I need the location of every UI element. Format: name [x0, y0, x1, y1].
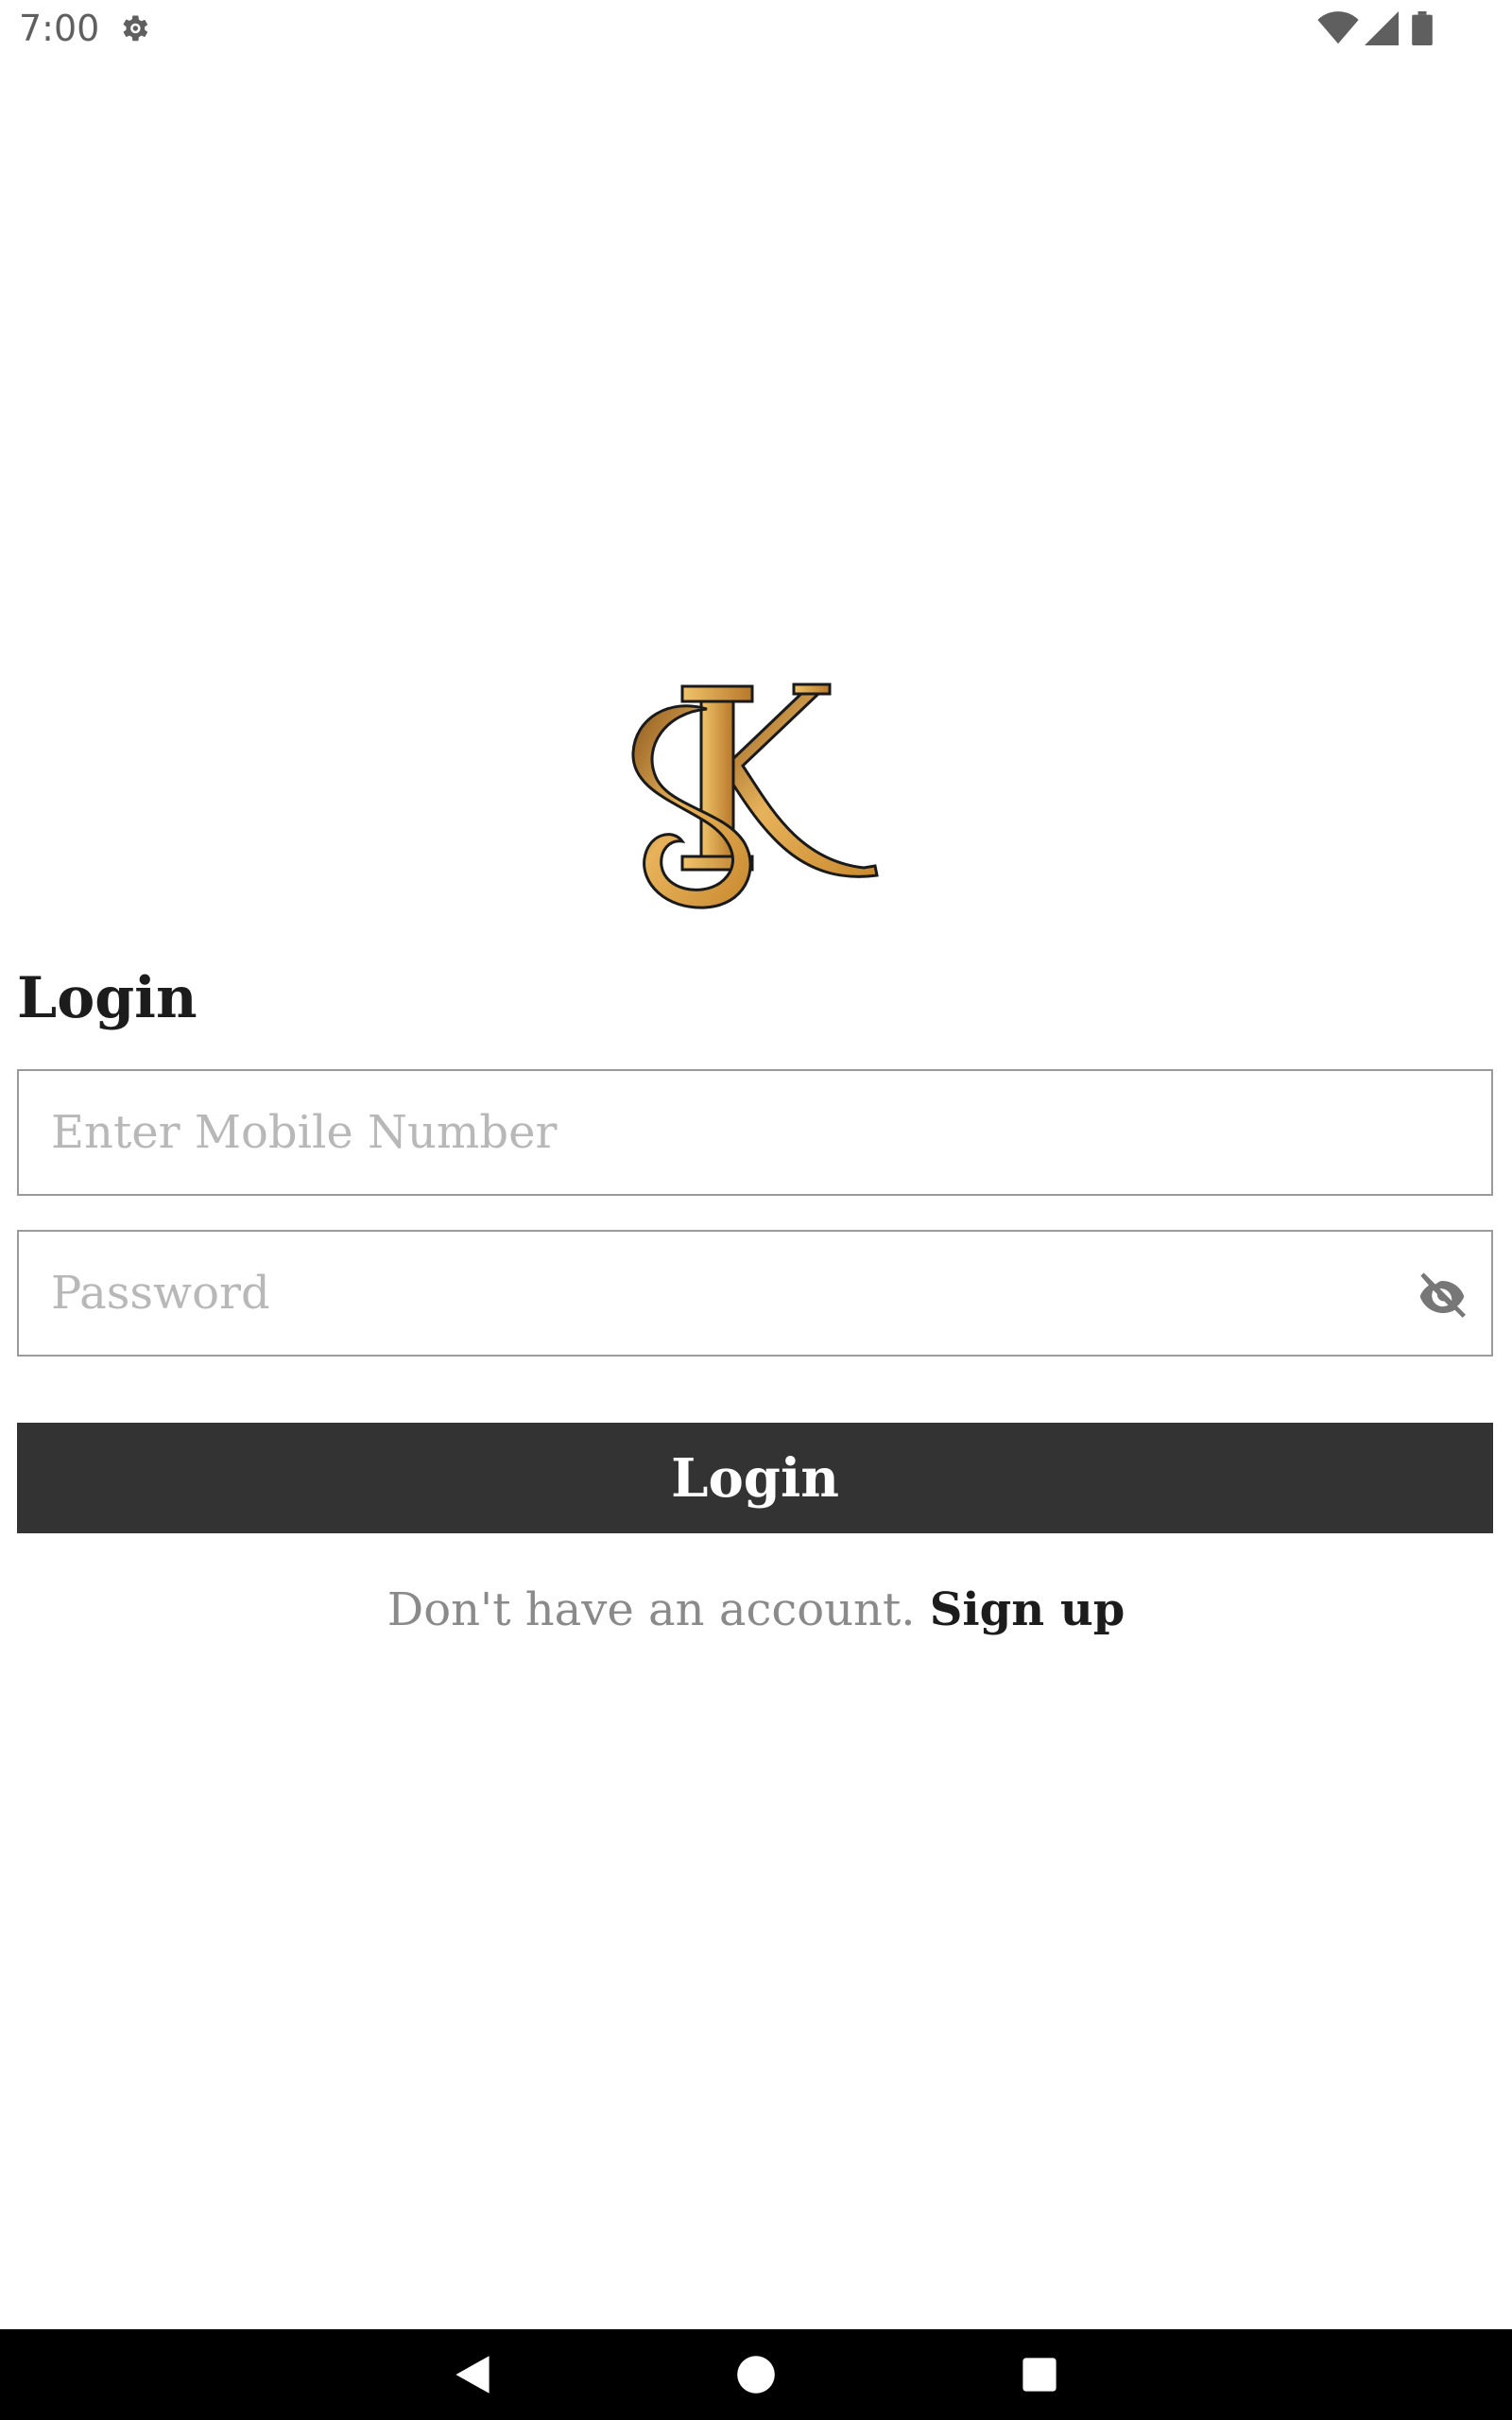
login-button[interactable]: Login — [17, 1423, 1493, 1533]
cellular-signal-icon — [1365, 11, 1399, 45]
signup-prompt: Don't have an account. — [387, 1583, 916, 1636]
status-time: 7:00 — [19, 8, 100, 49]
password-input[interactable] — [51, 1232, 1355, 1355]
mobile-number-field[interactable] — [17, 1069, 1493, 1196]
page-title: Login — [17, 965, 198, 1031]
recents-square-icon[interactable] — [1019, 2354, 1060, 2395]
eye-off-icon[interactable] — [1416, 1270, 1469, 1319]
navigation-bar — [0, 2329, 1512, 2420]
sk-monogram-logo — [627, 681, 886, 917]
signup-link[interactable]: Sign up — [930, 1583, 1125, 1636]
settings-gear-icon — [117, 11, 151, 45]
battery-icon — [1412, 11, 1433, 45]
wifi-icon — [1317, 11, 1359, 44]
status-bar: 7:00 — [0, 0, 1512, 57]
back-triangle-icon[interactable] — [452, 2354, 493, 2395]
status-icons — [1317, 11, 1450, 45]
mobile-number-input[interactable] — [51, 1071, 1355, 1194]
home-circle-icon[interactable] — [735, 2354, 777, 2395]
password-field[interactable] — [17, 1230, 1493, 1357]
signup-row: Don't have an account. Sign up — [0, 1577, 1512, 1643]
